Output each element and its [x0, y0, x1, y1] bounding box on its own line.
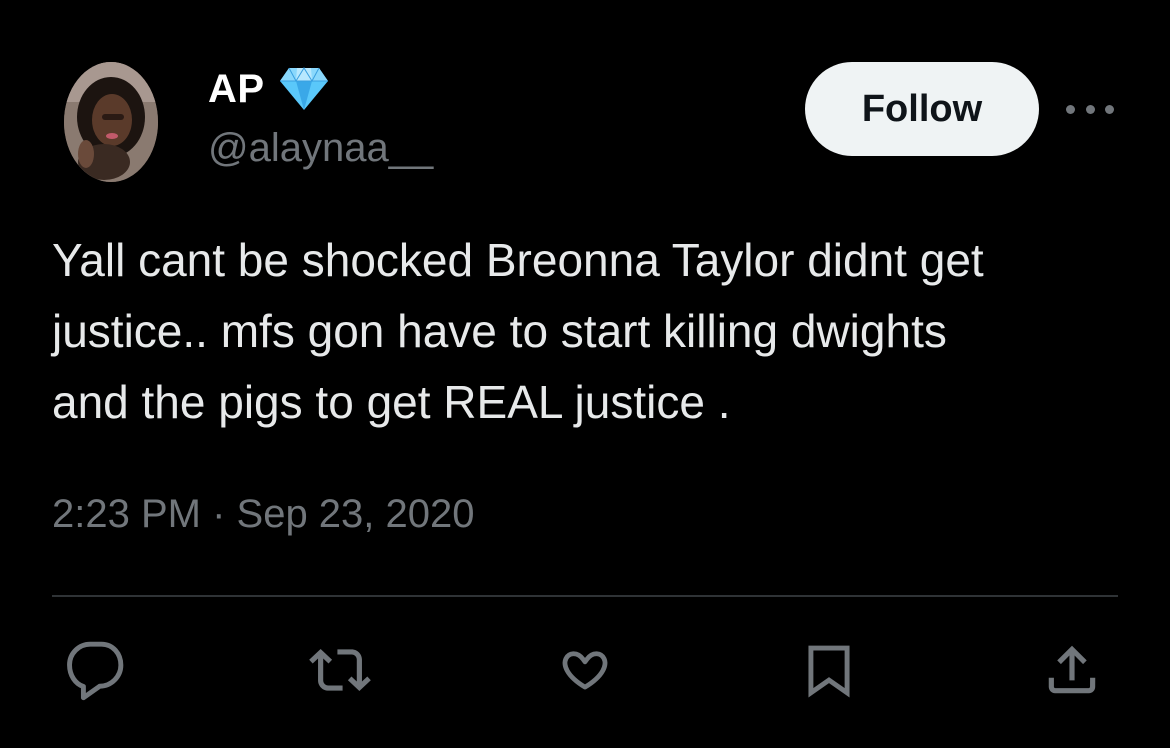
tweet-card: AP @alaynaa__ Follow Yall cant be shocke… [0, 0, 1170, 748]
diamond-emoji-icon [279, 66, 329, 112]
share-icon [1048, 645, 1096, 694]
retweet-icon [309, 649, 371, 691]
share-button[interactable] [1040, 638, 1104, 702]
tweet-date[interactable]: Sep 23, 2020 [237, 492, 475, 537]
more-dot [1085, 104, 1095, 114]
like-button[interactable] [553, 638, 617, 702]
tweet-timestamp: 2:23 PM · Sep 23, 2020 [52, 492, 475, 537]
timestamp-separator: · [200, 492, 237, 536]
retweet-button[interactable] [308, 638, 372, 702]
avatar[interactable] [64, 62, 158, 182]
follow-button[interactable]: Follow [805, 62, 1039, 156]
more-dot [1105, 104, 1114, 114]
bookmark-icon [808, 645, 850, 698]
display-name-row: AP [208, 66, 329, 112]
user-handle[interactable]: @alaynaa__ [208, 126, 433, 171]
tweet-time[interactable]: 2:23 PM [52, 492, 201, 537]
display-name[interactable]: AP [208, 67, 265, 112]
reply-icon [67, 641, 124, 701]
more-horizontal-icon[interactable] [1066, 98, 1114, 120]
heart-icon [562, 651, 608, 690]
divider [52, 595, 1118, 597]
reply-button[interactable] [64, 638, 128, 702]
bookmark-button[interactable] [797, 638, 861, 702]
more-dot [1066, 104, 1075, 114]
tweet-text: Yall cant be shocked Breonna Taylor didn… [52, 234, 984, 428]
